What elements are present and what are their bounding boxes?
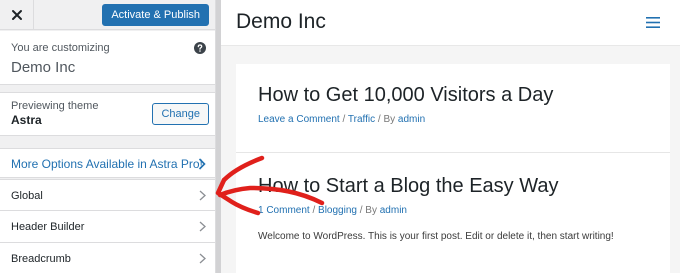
section-header-builder[interactable]: Header Builder xyxy=(0,211,215,243)
post-author-link[interactable]: admin xyxy=(398,114,425,125)
section-breadcrumb[interactable]: Breadcrumb xyxy=(0,243,215,273)
section-global[interactable]: Global xyxy=(0,179,215,211)
activate-publish-button[interactable]: Activate & Publish xyxy=(102,4,209,26)
post-list: How to Get 10,000 Visitors a Day Leave a… xyxy=(236,64,670,273)
customizer-sidebar: Activate & Publish You are customizing D… xyxy=(0,0,216,273)
chevron-right-icon xyxy=(198,158,206,170)
customizing-site-name: Demo Inc xyxy=(11,59,76,76)
section-label: Header Builder xyxy=(11,221,85,233)
post-author-link[interactable]: admin xyxy=(380,205,407,216)
post-comments-link[interactable]: Leave a Comment xyxy=(258,114,340,125)
chevron-right-icon xyxy=(199,190,206,201)
close-icon xyxy=(11,10,22,20)
post-meta: 1 Comment / Blogging / By admin xyxy=(258,205,407,216)
site-header: Demo Inc xyxy=(221,0,680,46)
post-by-label: By xyxy=(365,205,377,216)
customizer-topbar: Activate & Publish xyxy=(0,0,215,30)
chevron-right-icon xyxy=(199,221,206,232)
theme-name: Astra xyxy=(11,113,42,127)
section-label: Breadcrumb xyxy=(11,253,71,265)
post-card: How to Get 10,000 Visitors a Day Leave a… xyxy=(236,64,670,153)
customizing-label: You are customizing xyxy=(11,42,110,54)
customizing-info: You are customizing Demo Inc xyxy=(0,31,215,85)
post-category-link[interactable]: Blogging xyxy=(318,205,357,216)
post-by-label: By xyxy=(383,114,396,125)
astra-pro-promo-link[interactable]: More Options Available in Astra Pro! xyxy=(0,148,215,178)
post-meta: Leave a Comment / Traffic / By admin xyxy=(258,114,426,125)
post-comments-link[interactable]: 1 Comment xyxy=(258,205,310,216)
site-preview: Demo Inc How to Get 10,000 Visitors a Da… xyxy=(221,0,680,273)
post-title[interactable]: How to Start a Blog the Easy Way xyxy=(258,175,559,198)
site-title[interactable]: Demo Inc xyxy=(236,10,326,34)
post-excerpt: Welcome to WordPress. This is your first… xyxy=(258,231,614,242)
chevron-right-icon xyxy=(199,253,206,264)
promo-label: More Options Available in Astra Pro! xyxy=(11,157,203,171)
section-label: Global xyxy=(11,190,43,202)
post-card: How to Start a Blog the Easy Way 1 Comme… xyxy=(236,153,670,273)
close-customizer-button[interactable] xyxy=(0,0,34,30)
previewing-theme-label: Previewing theme xyxy=(11,100,99,112)
change-theme-button[interactable]: Change xyxy=(152,103,209,125)
hamburger-menu-icon[interactable] xyxy=(646,17,660,28)
question-circle-icon[interactable] xyxy=(194,42,206,54)
post-title[interactable]: How to Get 10,000 Visitors a Day xyxy=(258,84,553,107)
previewing-theme-box: Previewing theme Astra Change xyxy=(0,92,215,136)
post-category-link[interactable]: Traffic xyxy=(348,114,375,125)
